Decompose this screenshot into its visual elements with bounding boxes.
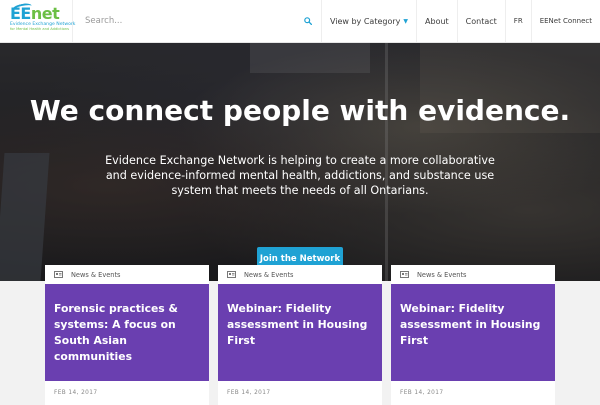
hero-description: Evidence Exchange Network is helping to … — [105, 154, 495, 197]
nav-view-by-category[interactable]: View by Category ▼ — [320, 0, 416, 42]
site-header: EEnet Evidence Exchange Network for Ment… — [0, 0, 600, 43]
news-card[interactable]: News & Events Webinar: Fidelity assessme… — [218, 265, 382, 405]
card-category: News & Events — [391, 265, 555, 284]
logo-subtitle-secondary: for Mental Health and Addictions — [10, 27, 69, 31]
card-date: FEB 14, 2017 — [391, 381, 555, 405]
main-nav: View by Category ▼ About Contact FR EENe… — [320, 0, 600, 42]
card-category: News & Events — [218, 265, 382, 284]
news-card[interactable]: News & Events Webinar: Fidelity assessme… — [391, 265, 555, 405]
eenet-logo[interactable]: EEnet Evidence Exchange Network for Ment… — [0, 0, 75, 43]
search-bar — [72, 0, 321, 42]
card-title[interactable]: Forensic practices & systems: A focus on… — [45, 284, 209, 381]
search-input[interactable] — [85, 16, 296, 26]
nav-about-label: About — [425, 16, 449, 26]
card-title[interactable]: Webinar: Fidelity assessment in Housing … — [218, 284, 382, 381]
hero-banner: We connect people with evidence. Evidenc… — [0, 43, 600, 281]
nav-eenet-connect[interactable]: EENet Connect — [530, 0, 600, 42]
card-category-label: News & Events — [71, 270, 121, 279]
card-category: News & Events — [45, 265, 209, 284]
card-title[interactable]: Webinar: Fidelity assessment in Housing … — [391, 284, 555, 381]
search-button[interactable] — [296, 0, 321, 43]
card-date: FEB 14, 2017 — [45, 381, 209, 405]
search-icon — [304, 17, 313, 25]
news-card[interactable]: News & Events Forensic practices & syste… — [45, 265, 209, 405]
nav-language-fr[interactable]: FR — [504, 0, 531, 42]
nav-fr-label: FR — [513, 17, 523, 25]
nav-view-by-category-label: View by Category — [329, 16, 401, 26]
newspaper-icon — [54, 271, 63, 278]
card-date: FEB 14, 2017 — [218, 381, 382, 405]
nav-contact[interactable]: Contact — [456, 0, 505, 42]
card-category-label: News & Events — [244, 270, 294, 279]
newspaper-icon — [227, 271, 236, 278]
nav-about[interactable]: About — [416, 0, 457, 42]
card-category-label: News & Events — [417, 270, 467, 279]
nav-contact-label: Contact — [465, 16, 497, 26]
hero-title: We connect people with evidence. — [29, 94, 571, 127]
caret-down-icon: ▼ — [403, 17, 409, 25]
nav-eenet-connect-label: EENet Connect — [539, 17, 592, 25]
newspaper-icon — [400, 271, 409, 278]
